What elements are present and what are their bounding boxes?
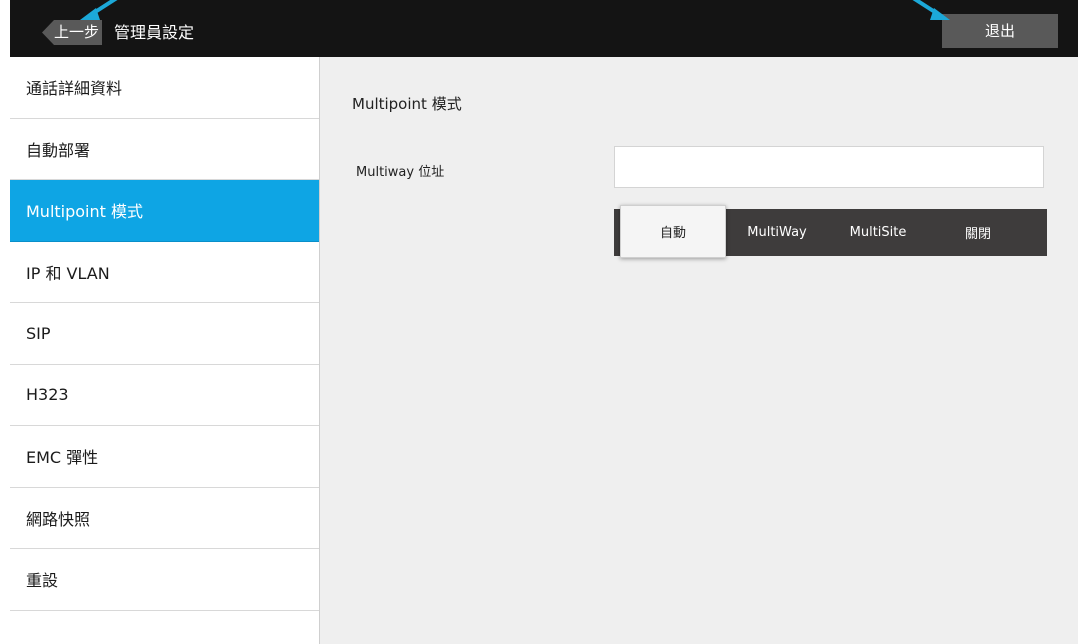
callout-arrow-right-icon <box>912 0 950 20</box>
exit-button[interactable]: 退出 <box>942 14 1058 48</box>
mode-option-multisite[interactable]: MultiSite <box>828 209 928 256</box>
sidebar-item-h323[interactable]: H323 <box>10 364 319 426</box>
page-title: 管理員設定 <box>114 23 195 42</box>
sidebar-item-network-snapshot[interactable]: 網路快照 <box>10 487 319 549</box>
sidebar-item-emc-resilience[interactable]: EMC 彈性 <box>10 426 319 488</box>
mode-selector: 自動 MultiWay MultiSite 關閉 <box>614 205 1047 258</box>
multiway-address-input[interactable] <box>614 146 1044 188</box>
sidebar-item-multipoint-mode[interactable]: Multipoint 模式 <box>10 180 319 242</box>
mode-option-auto[interactable]: 自動 <box>620 205 726 258</box>
sidebar-item-ip-vlan[interactable]: IP 和 VLAN <box>10 241 319 303</box>
back-button[interactable]: 上一步 <box>42 20 102 45</box>
main-content: Multipoint 模式 Multiway 位址 自動 MultiWay Mu… <box>320 57 1078 644</box>
sidebar-item-reset[interactable]: 重設 <box>10 549 319 611</box>
app-frame: 上一步 管理員設定 退出 通話詳細資料 自動部署 Multipoint 模式 I… <box>10 0 1078 644</box>
sidebar-item-empty <box>10 610 319 644</box>
sidebar-item-call-details[interactable]: 通話詳細資料 <box>10 57 319 119</box>
callout-arrow-left-icon <box>80 0 118 20</box>
sidebar-item-sip[interactable]: SIP <box>10 303 319 365</box>
sidebar: 通話詳細資料 自動部署 Multipoint 模式 IP 和 VLAN SIP … <box>10 57 320 644</box>
mode-option-off[interactable]: 關閉 <box>928 209 1028 256</box>
sidebar-item-auto-provisioning[interactable]: 自動部署 <box>10 118 319 180</box>
mode-option-multiway[interactable]: MultiWay <box>726 209 828 256</box>
multiway-address-label: Multiway 位址 <box>356 165 445 180</box>
section-title: Multipoint 模式 <box>352 95 462 113</box>
